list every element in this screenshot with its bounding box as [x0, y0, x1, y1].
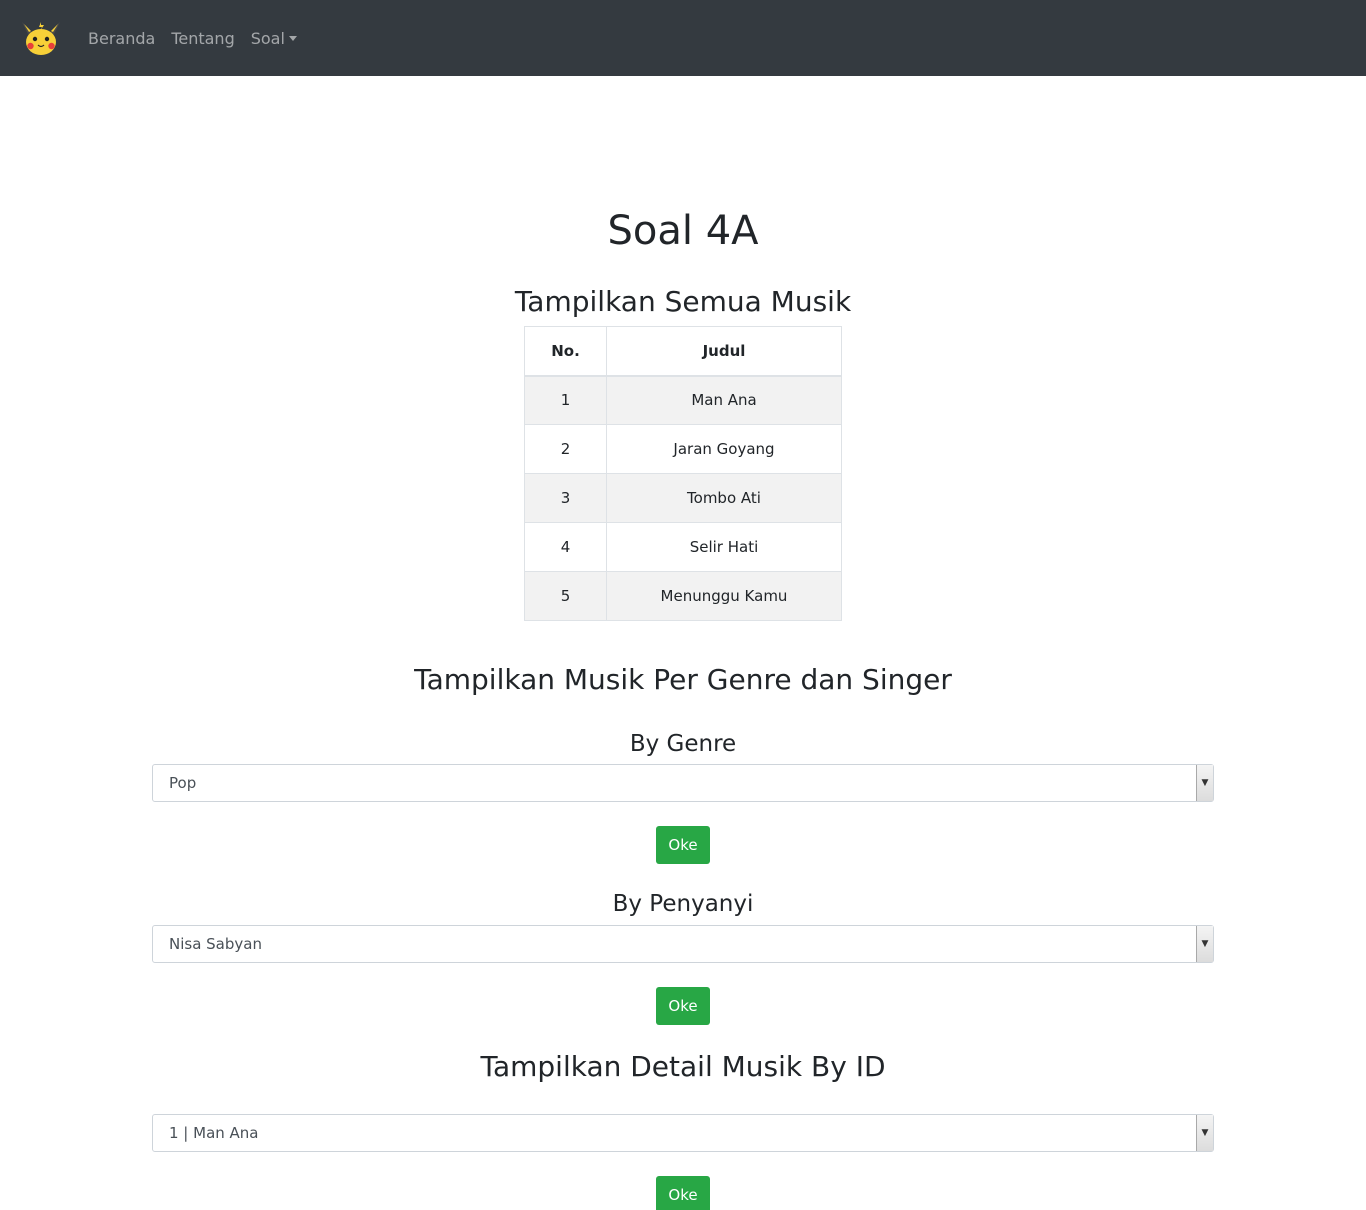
brand-logo[interactable]	[16, 18, 66, 58]
nav-link-tentang[interactable]: Tentang	[171, 29, 234, 48]
nav-link-beranda[interactable]: Beranda	[88, 29, 155, 48]
detail-select[interactable]: 1 | Man Ana ▼	[152, 1114, 1214, 1152]
chevron-down-icon: ▼	[1196, 926, 1213, 962]
genre-oke-button[interactable]: Oke	[656, 826, 710, 864]
music-table: No. Judul 1 Man Ana 2 Jaran Goyang 3 Tom…	[524, 326, 842, 621]
cell-no: 3	[524, 473, 607, 523]
chevron-down-icon: ▼	[1196, 1115, 1213, 1151]
detail-select-value: 1 | Man Ana	[169, 1124, 259, 1142]
singer-select-value: Nisa Sabyan	[169, 935, 262, 953]
cell-judul: Jaran Goyang	[606, 424, 842, 474]
pikachu-logo-icon	[22, 22, 60, 55]
column-header-no: No.	[524, 326, 607, 377]
table-row: 1 Man Ana	[524, 375, 842, 425]
detail-oke-button[interactable]: Oke	[656, 1176, 710, 1210]
cell-no: 4	[524, 522, 607, 572]
nav-dropdown-soal[interactable]: Soal	[251, 29, 297, 48]
table-row: 5 Menunggu Kamu	[524, 571, 842, 621]
table-row: 4 Selir Hati	[524, 522, 842, 572]
cell-judul: Selir Hati	[606, 522, 842, 572]
column-header-judul: Judul	[606, 326, 842, 377]
page-title: Soal 4A	[607, 208, 759, 254]
table-header-row: No. Judul	[524, 326, 842, 377]
cell-no: 1	[524, 375, 607, 425]
table-row: 2 Jaran Goyang	[524, 424, 842, 474]
by-penyanyi-label: By Penyanyi	[612, 891, 754, 917]
genre-select[interactable]: Pop ▼	[152, 764, 1214, 802]
singer-oke-button[interactable]: Oke	[656, 987, 710, 1025]
singer-select[interactable]: Nisa Sabyan ▼	[152, 925, 1214, 963]
table-row: 3 Tombo Ati	[524, 473, 842, 523]
cell-judul: Menunggu Kamu	[606, 571, 842, 621]
by-genre-label: By Genre	[629, 731, 737, 757]
cell-judul: Man Ana	[606, 375, 842, 425]
chevron-down-icon: ▼	[1196, 765, 1213, 801]
nav-dropdown-label: Soal	[250, 28, 285, 48]
navbar: Beranda Tentang Soal	[0, 0, 1366, 76]
detail-heading: Tampilkan Detail Musik By ID	[480, 1050, 886, 1083]
genre-select-value: Pop	[169, 774, 197, 792]
cell-no: 2	[524, 424, 607, 474]
caret-down-icon	[288, 35, 297, 41]
all-music-heading: Tampilkan Semua Musik	[514, 285, 852, 318]
cell-no: 5	[524, 571, 607, 621]
genre-singer-heading: Tampilkan Musik Per Genre dan Singer	[414, 663, 952, 696]
cell-judul: Tombo Ati	[606, 473, 842, 523]
